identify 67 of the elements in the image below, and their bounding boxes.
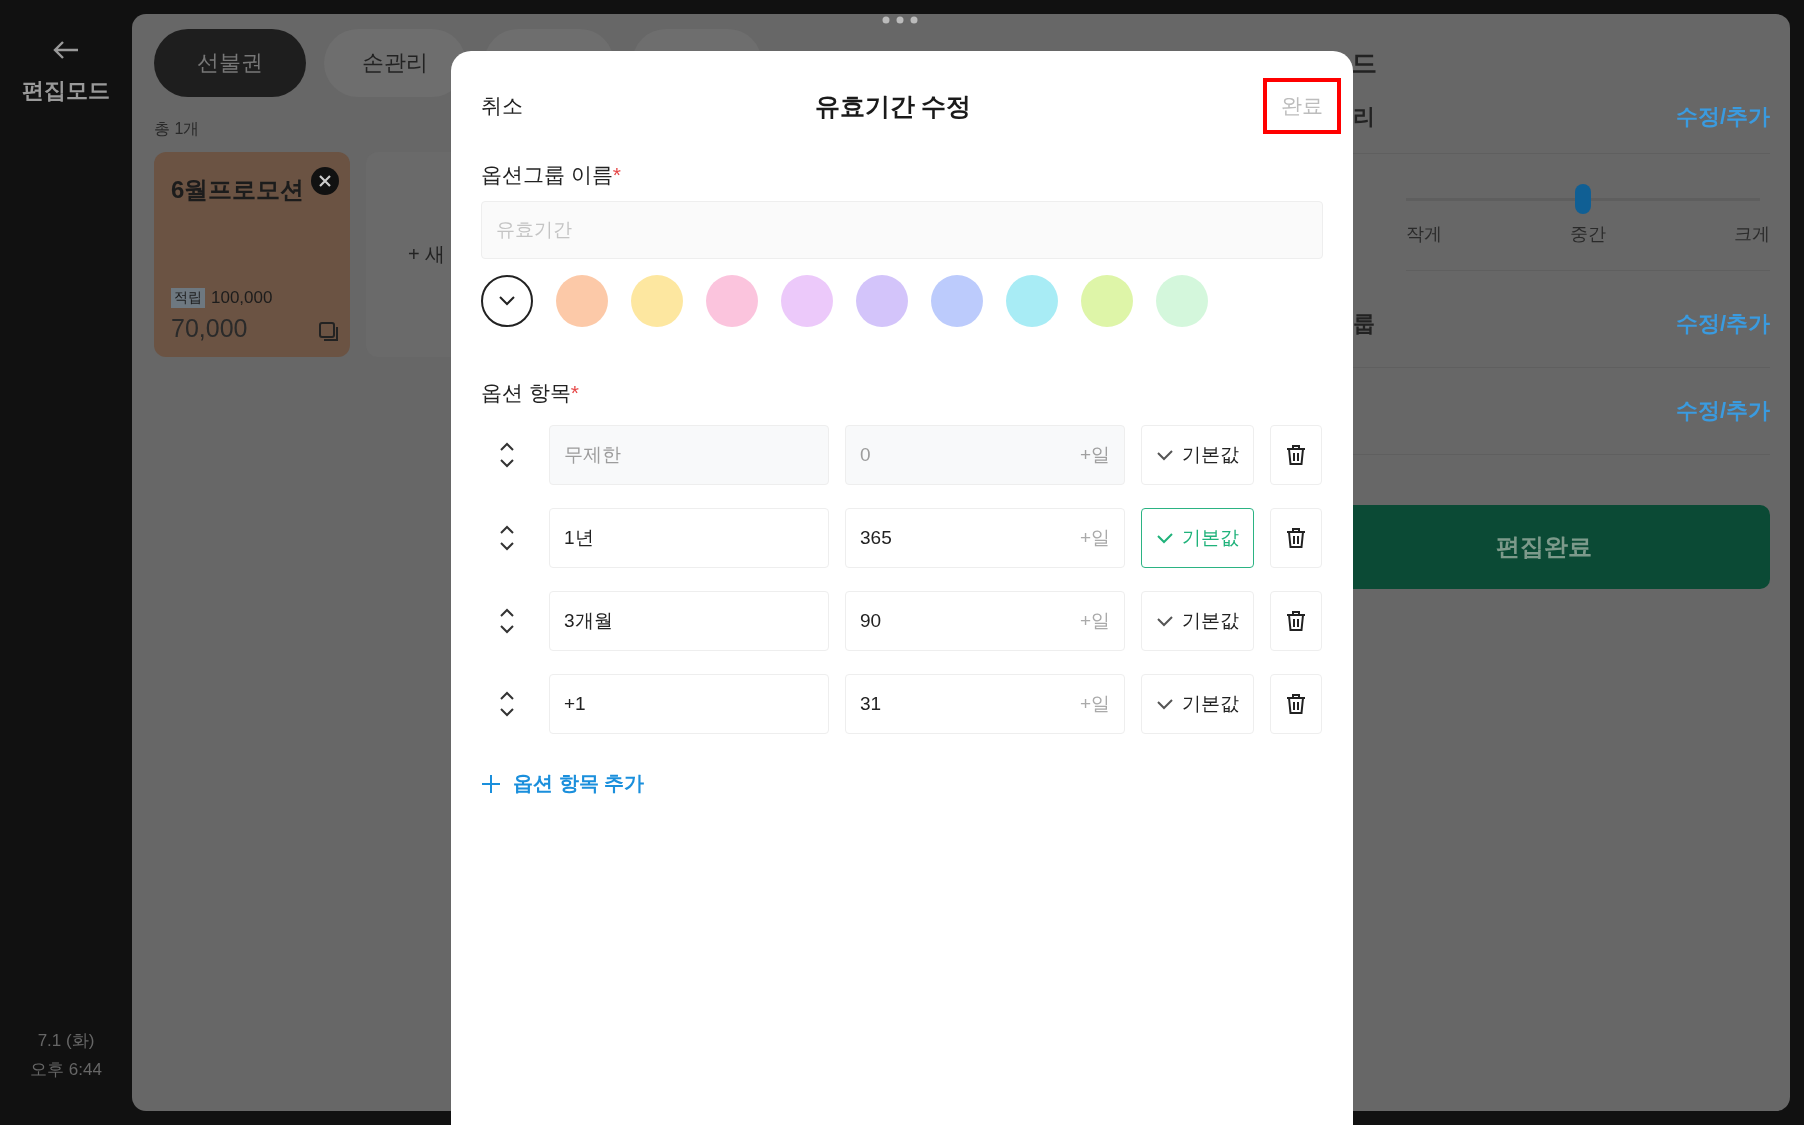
points-text: 100,000 [211,288,273,308]
cancel-button[interactable]: 취소 [481,92,523,120]
field-label: 옵션 항목* [481,380,581,406]
time-text: 오후 6:44 [30,1059,102,1081]
days-field[interactable]: 90 +일 [845,591,1125,651]
color-swatch[interactable] [931,275,983,327]
tag-label: 적립 [171,288,205,308]
color-swatch[interactable] [1156,275,1208,327]
default-toggle[interactable]: 기본값 [1141,591,1254,651]
reorder-icon[interactable] [499,524,515,552]
option-name-field[interactable]: 1년 [549,508,829,568]
trash-icon [1286,444,1306,466]
slider-label: 작게 [1406,223,1442,246]
section-label: 리 [1353,103,1375,131]
dialog-title: 유효기간 수정 [814,90,972,122]
copy-icon[interactable] [318,321,340,343]
reorder-icon[interactable] [499,607,515,635]
trash-icon [1286,527,1306,549]
check-icon [1156,449,1174,461]
color-swatch[interactable] [631,275,683,327]
mode-title: 편집모드 [22,77,110,105]
slider-thumb[interactable] [1575,184,1591,214]
trash-icon [1286,693,1306,715]
date-text: 7.1 (화) [37,1030,95,1052]
voucher-card[interactable]: 6월프로모션 적립 100,000 70,000 [154,152,350,357]
edit-add-link[interactable]: 수정/추가 [1675,102,1770,132]
close-icon[interactable] [310,166,340,196]
category-tab[interactable]: 손관리 [324,29,466,97]
days-field[interactable]: 31 +일 [845,674,1125,734]
delete-button[interactable] [1270,425,1322,485]
color-swatch[interactable] [1006,275,1058,327]
panel-title: 드 [1351,47,1378,80]
item-count: 총 1개 [154,119,201,139]
color-swatch[interactable] [856,275,908,327]
drag-handle-icon[interactable] [882,16,918,24]
check-icon [1156,615,1174,627]
slider-label: 중간 [1570,223,1606,246]
size-slider[interactable] [1406,184,1760,214]
check-icon [1156,532,1174,544]
delete-button[interactable] [1270,674,1322,734]
color-swatch[interactable] [556,275,608,327]
option-name-field[interactable]: +1 [549,674,829,734]
trash-icon [1286,610,1306,632]
delete-button[interactable] [1270,591,1322,651]
check-icon [1156,698,1174,710]
color-swatch[interactable] [781,275,833,327]
reorder-icon[interactable] [499,690,515,718]
back-arrow-icon[interactable] [52,40,80,60]
color-swatch[interactable] [1081,275,1133,327]
card-title: 6월프로모션 [171,175,305,205]
color-swatch[interactable] [481,275,533,327]
section-label: 룹 [1353,310,1375,338]
done-button[interactable]: 완료 [1263,78,1341,134]
days-field[interactable]: 365 +일 [845,508,1125,568]
option-name-field[interactable]: 3개월 [549,591,829,651]
category-tab[interactable]: 선불권 [154,29,306,97]
slider-label: 크게 [1734,223,1770,246]
reorder-icon[interactable] [499,441,515,469]
plus-icon [481,773,501,794]
edit-add-link[interactable]: 수정/추가 [1675,309,1770,339]
delete-button[interactable] [1270,508,1322,568]
default-toggle[interactable]: 기본값 [1141,674,1254,734]
color-swatch[interactable] [706,275,758,327]
edit-add-link[interactable]: 수정/추가 [1675,396,1770,426]
price-text: 70,000 [171,314,248,343]
add-option-button[interactable]: 옵션 항목 추가 [481,770,645,797]
default-toggle[interactable]: 기본값 [1141,508,1254,568]
